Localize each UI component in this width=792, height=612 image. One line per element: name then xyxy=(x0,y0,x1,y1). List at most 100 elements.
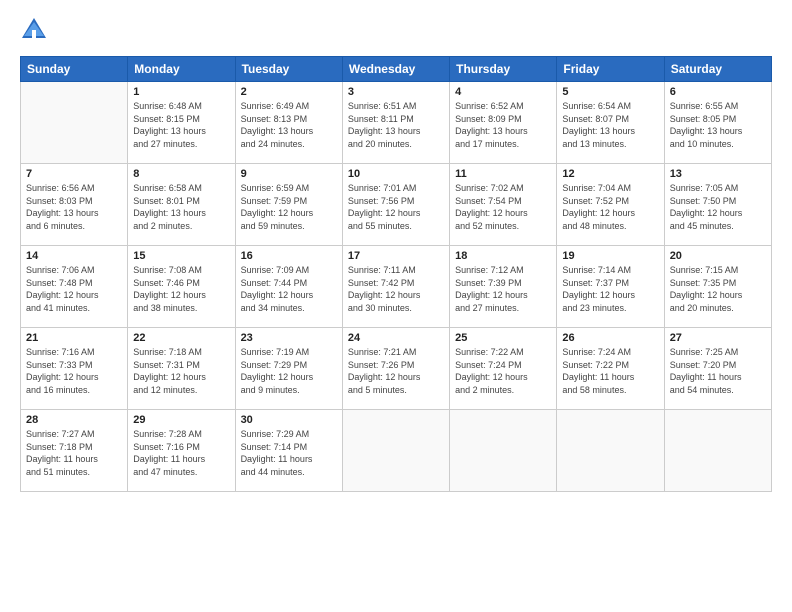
day-info: Sunrise: 7:08 AM Sunset: 7:46 PM Dayligh… xyxy=(133,264,229,314)
day-info: Sunrise: 6:51 AM Sunset: 8:11 PM Dayligh… xyxy=(348,100,444,150)
day-info: Sunrise: 6:49 AM Sunset: 8:13 PM Dayligh… xyxy=(241,100,337,150)
day-info: Sunrise: 7:18 AM Sunset: 7:31 PM Dayligh… xyxy=(133,346,229,396)
calendar-cell: 29Sunrise: 7:28 AM Sunset: 7:16 PM Dayli… xyxy=(128,410,235,492)
day-info: Sunrise: 6:55 AM Sunset: 8:05 PM Dayligh… xyxy=(670,100,766,150)
calendar-week-row: 7 Sunrise: 6:56 AM Sunset: 8:03 PM Daylig… xyxy=(21,164,772,246)
day-info: Sunrise: 7:11 AM Sunset: 7:42 PM Dayligh… xyxy=(348,264,444,314)
day-number: 4 xyxy=(455,86,551,98)
day-info: Sunrise: 6:48 AM Sunset: 8:15 PM Dayligh… xyxy=(133,100,229,150)
calendar-cell: 9 Sunrise: 6:59 AM Sunset: 7:59 PM Daylig… xyxy=(235,164,342,246)
day-number: 9 xyxy=(241,168,337,180)
day-number: 24 xyxy=(348,332,444,344)
day-number: 28 xyxy=(26,414,122,426)
day-info: Sunrise: 7:15 AM Sunset: 7:35 PM Dayligh… xyxy=(670,264,766,314)
logo-icon xyxy=(20,16,48,44)
day-info: Sunrise: 7:02 AM Sunset: 7:54 PM Dayligh… xyxy=(455,182,551,232)
calendar-week-row: 14Sunrise: 7:06 AM Sunset: 7:48 PM Dayli… xyxy=(21,246,772,328)
day-info: Sunrise: 7:12 AM Sunset: 7:39 PM Dayligh… xyxy=(455,264,551,314)
day-info: Sunrise: 7:27 AM Sunset: 7:18 PM Dayligh… xyxy=(26,428,122,478)
page: SundayMondayTuesdayWednesdayThursdayFrid… xyxy=(0,0,792,508)
day-info: Sunrise: 7:19 AM Sunset: 7:29 PM Dayligh… xyxy=(241,346,337,396)
calendar-cell: 4 Sunrise: 6:52 AM Sunset: 8:09 PM Daylig… xyxy=(450,82,557,164)
day-number: 23 xyxy=(241,332,337,344)
day-number: 7 xyxy=(26,168,122,180)
calendar-cell: 13 Sunrise: 7:05 AM Sunset: 7:50 PM Dayli… xyxy=(664,164,771,246)
day-info: Sunrise: 7:04 AM Sunset: 7:52 PM Dayligh… xyxy=(562,182,658,232)
day-number: 21 xyxy=(26,332,122,344)
calendar-cell: 2Sunrise: 6:49 AM Sunset: 8:13 PM Daylig… xyxy=(235,82,342,164)
calendar-cell: 18 Sunrise: 7:12 AM Sunset: 7:39 PM Dayli… xyxy=(450,246,557,328)
day-number: 22 xyxy=(133,332,229,344)
day-info: Sunrise: 7:14 AM Sunset: 7:37 PM Dayligh… xyxy=(562,264,658,314)
calendar-cell: 19 Sunrise: 7:14 AM Sunset: 7:37 PM Dayli… xyxy=(557,246,664,328)
calendar-cell: 28 Sunrise: 7:27 AM Sunset: 7:18 PM Dayli… xyxy=(21,410,128,492)
calendar-cell: 5 Sunrise: 6:54 AM Sunset: 8:07 PM Daylig… xyxy=(557,82,664,164)
day-info: Sunrise: 7:21 AM Sunset: 7:26 PM Dayligh… xyxy=(348,346,444,396)
calendar-cell: 12 Sunrise: 7:04 AM Sunset: 7:52 PM Dayli… xyxy=(557,164,664,246)
calendar-cell xyxy=(450,410,557,492)
day-number: 25 xyxy=(455,332,551,344)
day-info: Sunrise: 7:01 AM Sunset: 7:56 PM Dayligh… xyxy=(348,182,444,232)
calendar-cell: 15 Sunrise: 7:08 AM Sunset: 7:46 PM Dayli… xyxy=(128,246,235,328)
calendar-cell: 22 Sunrise: 7:18 AM Sunset: 7:31 PM Dayli… xyxy=(128,328,235,410)
calendar-cell: 27Sunrise: 7:25 AM Sunset: 7:20 PM Dayli… xyxy=(664,328,771,410)
day-info: Sunrise: 6:56 AM Sunset: 8:03 PM Dayligh… xyxy=(26,182,122,232)
day-number: 8 xyxy=(133,168,229,180)
day-info: Sunrise: 7:25 AM Sunset: 7:20 PM Dayligh… xyxy=(670,346,766,396)
weekday-header: Wednesday xyxy=(342,57,449,82)
calendar-cell: 23 Sunrise: 7:19 AM Sunset: 7:29 PM Dayli… xyxy=(235,328,342,410)
calendar-week-row: 1 Sunrise: 6:48 AM Sunset: 8:15 PM Daylig… xyxy=(21,82,772,164)
calendar-cell: 24 Sunrise: 7:21 AM Sunset: 7:26 PM Dayli… xyxy=(342,328,449,410)
calendar-cell: 11 Sunrise: 7:02 AM Sunset: 7:54 PM Dayli… xyxy=(450,164,557,246)
calendar-table: SundayMondayTuesdayWednesdayThursdayFrid… xyxy=(20,56,772,492)
day-info: Sunrise: 6:58 AM Sunset: 8:01 PM Dayligh… xyxy=(133,182,229,232)
calendar-cell: 3 Sunrise: 6:51 AM Sunset: 8:11 PM Daylig… xyxy=(342,82,449,164)
day-number: 29 xyxy=(133,414,229,426)
day-number: 5 xyxy=(562,86,658,98)
weekday-header: Friday xyxy=(557,57,664,82)
calendar-cell xyxy=(664,410,771,492)
day-number: 1 xyxy=(133,86,229,98)
day-info: Sunrise: 7:22 AM Sunset: 7:24 PM Dayligh… xyxy=(455,346,551,396)
day-number: 10 xyxy=(348,168,444,180)
day-number: 14 xyxy=(26,250,122,262)
day-info: Sunrise: 6:52 AM Sunset: 8:09 PM Dayligh… xyxy=(455,100,551,150)
calendar-cell: 1 Sunrise: 6:48 AM Sunset: 8:15 PM Daylig… xyxy=(128,82,235,164)
day-info: Sunrise: 6:54 AM Sunset: 8:07 PM Dayligh… xyxy=(562,100,658,150)
calendar-cell: 10 Sunrise: 7:01 AM Sunset: 7:56 PM Dayli… xyxy=(342,164,449,246)
header-row: SundayMondayTuesdayWednesdayThursdayFrid… xyxy=(21,57,772,82)
day-number: 11 xyxy=(455,168,551,180)
day-number: 17 xyxy=(348,250,444,262)
calendar-cell: 25 Sunrise: 7:22 AM Sunset: 7:24 PM Dayli… xyxy=(450,328,557,410)
day-number: 19 xyxy=(562,250,658,262)
day-number: 16 xyxy=(241,250,337,262)
weekday-header: Saturday xyxy=(664,57,771,82)
calendar-cell xyxy=(21,82,128,164)
calendar-cell: 17 Sunrise: 7:11 AM Sunset: 7:42 PM Dayli… xyxy=(342,246,449,328)
weekday-header: Tuesday xyxy=(235,57,342,82)
calendar-cell: 30Sunrise: 7:29 AM Sunset: 7:14 PM Dayli… xyxy=(235,410,342,492)
day-number: 18 xyxy=(455,250,551,262)
calendar-cell: 20 Sunrise: 7:15 AM Sunset: 7:35 PM Dayli… xyxy=(664,246,771,328)
day-number: 13 xyxy=(670,168,766,180)
weekday-header: Sunday xyxy=(21,57,128,82)
day-info: Sunrise: 7:16 AM Sunset: 7:33 PM Dayligh… xyxy=(26,346,122,396)
calendar-week-row: 28 Sunrise: 7:27 AM Sunset: 7:18 PM Dayli… xyxy=(21,410,772,492)
day-number: 20 xyxy=(670,250,766,262)
day-info: Sunrise: 7:05 AM Sunset: 7:50 PM Dayligh… xyxy=(670,182,766,232)
day-number: 12 xyxy=(562,168,658,180)
day-info: Sunrise: 7:09 AM Sunset: 7:44 PM Dayligh… xyxy=(241,264,337,314)
day-number: 26 xyxy=(562,332,658,344)
calendar-cell: 6Sunrise: 6:55 AM Sunset: 8:05 PM Daylig… xyxy=(664,82,771,164)
calendar-cell: 16 Sunrise: 7:09 AM Sunset: 7:44 PM Dayli… xyxy=(235,246,342,328)
header xyxy=(20,16,772,44)
day-number: 3 xyxy=(348,86,444,98)
calendar-cell: 21 Sunrise: 7:16 AM Sunset: 7:33 PM Dayli… xyxy=(21,328,128,410)
logo xyxy=(20,16,52,44)
day-info: Sunrise: 6:59 AM Sunset: 7:59 PM Dayligh… xyxy=(241,182,337,232)
calendar-cell xyxy=(342,410,449,492)
weekday-header: Monday xyxy=(128,57,235,82)
day-number: 15 xyxy=(133,250,229,262)
day-number: 30 xyxy=(241,414,337,426)
calendar-week-row: 21 Sunrise: 7:16 AM Sunset: 7:33 PM Dayli… xyxy=(21,328,772,410)
